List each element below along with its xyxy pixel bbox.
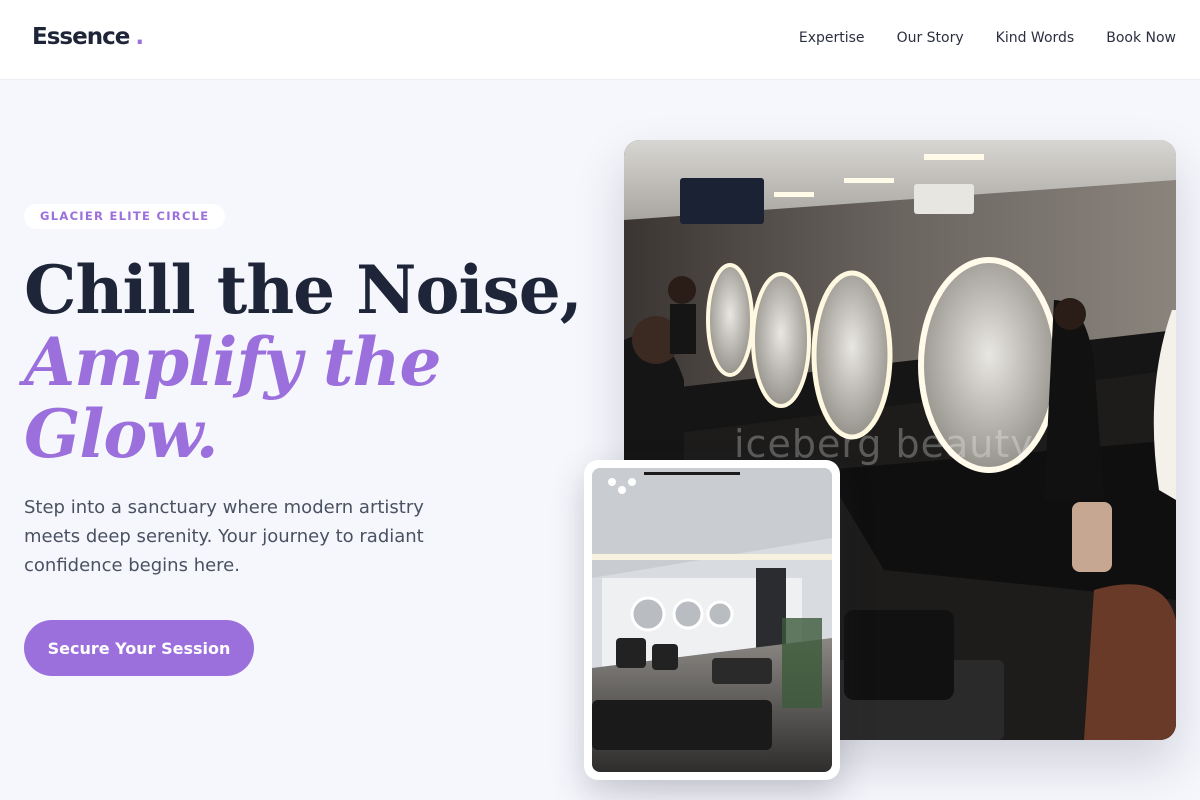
hero-headline: Chill the Noise, Amplify the Glow. [24, 251, 583, 473]
nav-link-book-now[interactable]: Book Now [1106, 30, 1176, 46]
nav-link-expertise[interactable]: Expertise [799, 30, 865, 46]
headline-line-1: Chill the Noise, [24, 251, 583, 329]
brand-logo[interactable]: Essence. [32, 24, 144, 50]
headline-accent-line-1: Amplify the [24, 323, 442, 401]
nav-link-kind-words[interactable]: Kind Words [996, 30, 1075, 46]
salon-lounge-photo-card [584, 460, 840, 780]
salon-lounge-illustration [592, 468, 832, 772]
brand-name: Essence [32, 24, 130, 50]
brand-dot: . [135, 24, 144, 50]
headline-accent-line-2: Glow. [24, 395, 219, 473]
salon-lounge-photo [592, 468, 832, 772]
hero-description: Step into a sanctuary where modern artis… [24, 497, 424, 576]
nav-link-our-story[interactable]: Our Story [897, 30, 964, 46]
secure-session-button[interactable]: Secure Your Session [24, 620, 254, 676]
nav-links: Expertise Our Story Kind Words Book Now [799, 30, 1176, 46]
top-navbar: Essence. Expertise Our Story Kind Words … [0, 0, 1200, 80]
hero-badge: GLACIER ELITE CIRCLE [24, 204, 226, 229]
